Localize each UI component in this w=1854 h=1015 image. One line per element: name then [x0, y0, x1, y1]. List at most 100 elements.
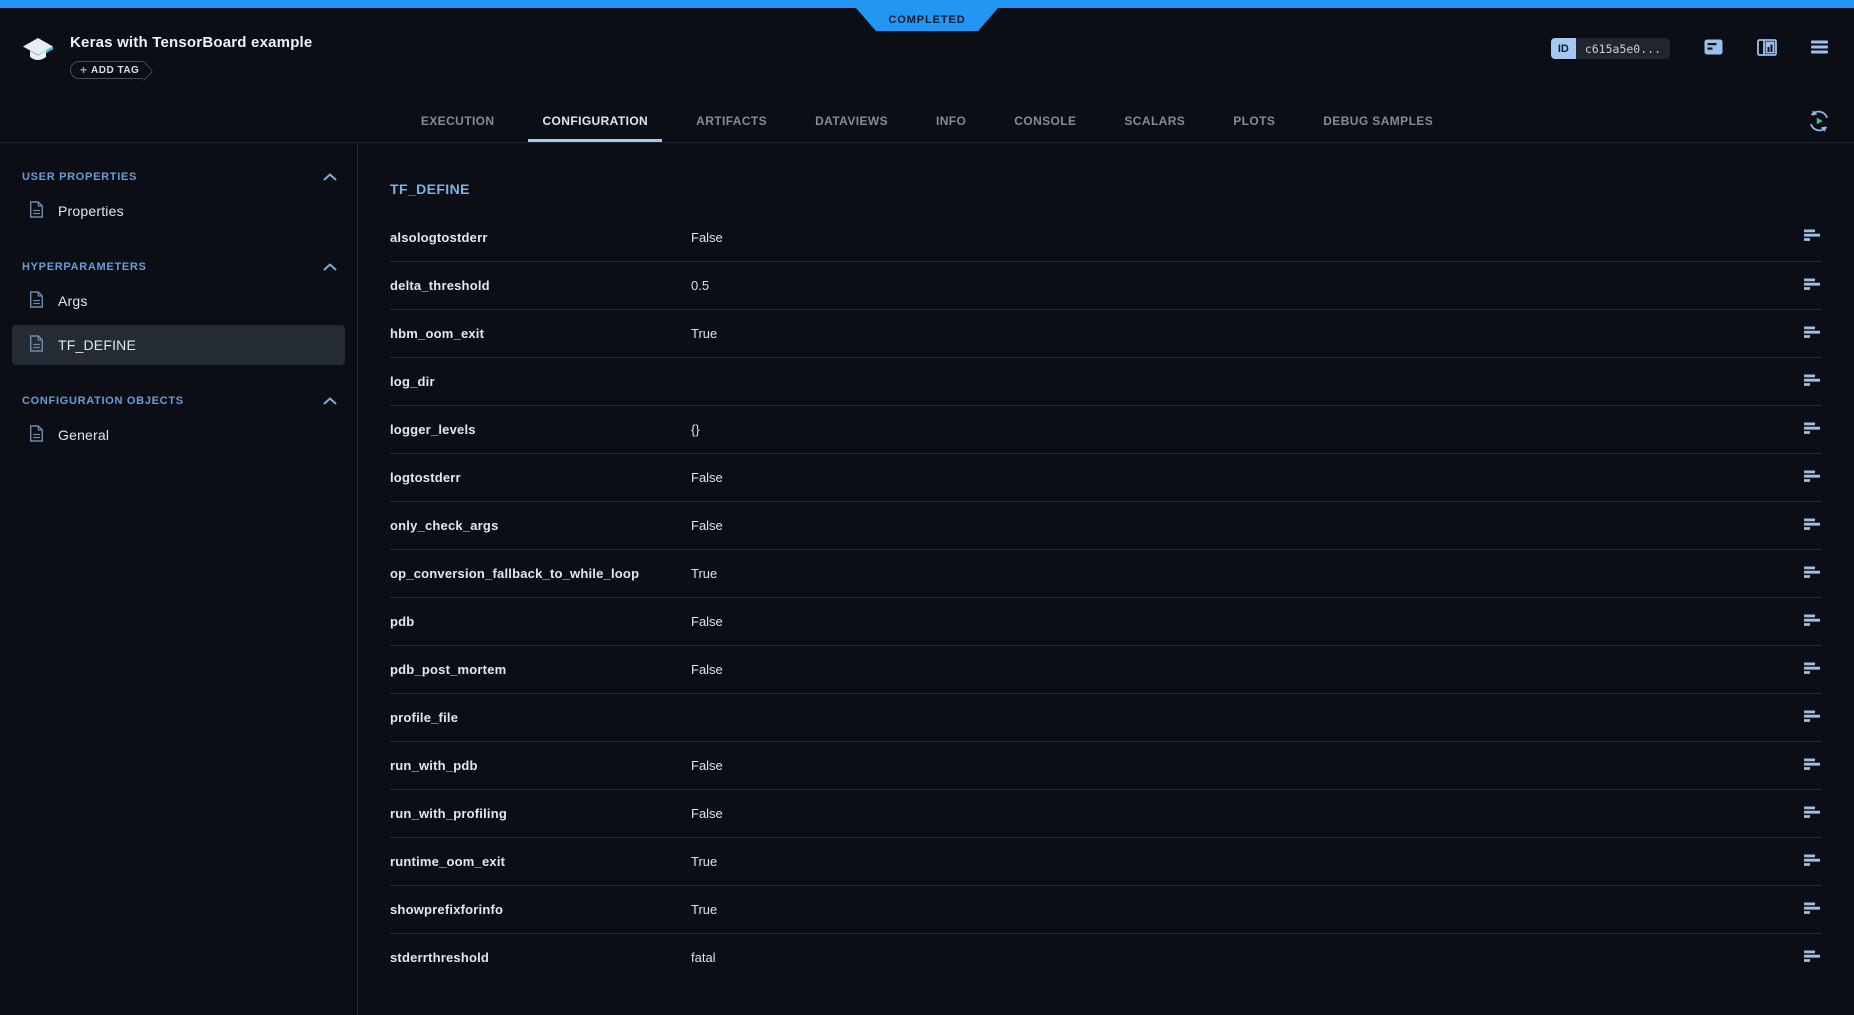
parameter-value: False: [691, 662, 1798, 677]
top-status-bar: [0, 0, 1854, 8]
parameter-row: delta_threshold 0.5: [390, 261, 1822, 309]
tab-label: CONSOLE: [1014, 114, 1076, 128]
parameter-key: pdb: [390, 614, 691, 629]
parameter-key: op_conversion_fallback_to_while_loop: [390, 566, 691, 581]
sidebar-item-args[interactable]: Args: [12, 281, 345, 321]
parameter-row: logger_levels {}: [390, 405, 1822, 453]
add-tag-label: ADD TAG: [91, 65, 139, 76]
parameter-actions-button[interactable]: [1798, 758, 1822, 774]
parameter-value: False: [691, 806, 1798, 821]
tab-dataviews[interactable]: DATAVIEWS: [801, 100, 902, 142]
id-chip-label: ID: [1551, 38, 1576, 59]
parameter-row: only_check_args False: [390, 501, 1822, 549]
sidebar-section-title: USER PROPERTIES: [22, 171, 137, 183]
document-icon: [29, 425, 44, 445]
parameter-key: pdb_post_mortem: [390, 662, 691, 677]
sidebar-item-label: Properties: [58, 203, 124, 219]
parameter-actions-button[interactable]: [1798, 518, 1822, 534]
experiment-logo-icon: [20, 35, 56, 79]
chevron-up-icon[interactable]: [323, 392, 337, 410]
parameter-value: 0.5: [691, 278, 1798, 293]
filter-lines-icon: [1802, 374, 1822, 390]
tab-bar: EXECUTION CONFIGURATION ARTIFACTS DATAVI…: [0, 100, 1854, 143]
notes-icon: [1704, 39, 1723, 58]
parameter-key: alsologtostderr: [390, 230, 691, 245]
filter-lines-icon: [1802, 758, 1822, 774]
parameter-key: log_dir: [390, 374, 691, 389]
tab-scalars[interactable]: SCALARS: [1110, 100, 1199, 142]
parameter-actions-button[interactable]: [1798, 614, 1822, 630]
parameter-actions-button[interactable]: [1798, 470, 1822, 486]
parameter-actions-button[interactable]: [1798, 229, 1822, 245]
parameter-key: runtime_oom_exit: [390, 854, 691, 869]
parameter-actions-button[interactable]: [1798, 902, 1822, 918]
filter-lines-icon: [1802, 518, 1822, 534]
filter-lines-icon: [1802, 326, 1822, 342]
parameter-row: logtostderr False: [390, 453, 1822, 501]
parameter-actions-button[interactable]: [1798, 710, 1822, 726]
parameter-key: hbm_oom_exit: [390, 326, 691, 341]
tab-label: PLOTS: [1233, 114, 1275, 128]
parameter-row: showprefixforinfo True: [390, 885, 1822, 933]
sidebar-section-header[interactable]: USER PROPERTIES: [0, 167, 357, 187]
parameter-row: profile_file: [390, 693, 1822, 741]
filter-lines-icon: [1802, 950, 1822, 966]
plus-icon: +: [80, 63, 87, 77]
tab-plots[interactable]: PLOTS: [1219, 100, 1289, 142]
parameter-actions-button[interactable]: [1798, 806, 1822, 822]
sidebar-section-header[interactable]: CONFIGURATION OBJECTS: [0, 391, 357, 411]
parameter-key: run_with_profiling: [390, 806, 691, 821]
notes-button[interactable]: [1704, 39, 1723, 58]
tab-artifacts[interactable]: ARTIFACTS: [682, 100, 781, 142]
sidebar-item-properties[interactable]: Properties: [12, 191, 345, 231]
info-panel-icon: [1757, 39, 1777, 59]
parameter-actions-button[interactable]: [1798, 422, 1822, 438]
parameter-actions-button[interactable]: [1798, 278, 1822, 294]
sidebar-section-title: HYPERPARAMETERS: [22, 261, 147, 273]
chevron-up-icon[interactable]: [323, 258, 337, 276]
parameter-actions-button[interactable]: [1798, 950, 1822, 966]
auto-refresh-button[interactable]: [1806, 108, 1832, 137]
filter-lines-icon: [1802, 614, 1822, 630]
tab-debug-samples[interactable]: DEBUG SAMPLES: [1309, 100, 1447, 142]
sidebar-section-header[interactable]: HYPERPARAMETERS: [0, 257, 357, 277]
configuration-panel: TF_DEFINE alsologtostderr False delta_th…: [358, 143, 1854, 1015]
parameter-row: pdb False: [390, 597, 1822, 645]
auto-refresh-icon: [1806, 122, 1832, 137]
tab-configuration[interactable]: CONFIGURATION: [528, 100, 662, 142]
filter-lines-icon: [1802, 566, 1822, 582]
document-icon: [29, 291, 44, 311]
parameter-actions-button[interactable]: [1798, 854, 1822, 870]
filter-lines-icon: [1802, 710, 1822, 726]
tab-label: SCALARS: [1124, 114, 1185, 128]
tab-console[interactable]: CONSOLE: [1000, 100, 1090, 142]
sidebar-item-tf-define[interactable]: TF_DEFINE: [12, 325, 345, 365]
sidebar-section: USER PROPERTIES Properties: [0, 167, 357, 231]
menu-button[interactable]: [1811, 40, 1828, 57]
parameter-actions-button[interactable]: [1798, 566, 1822, 582]
tab-execution[interactable]: EXECUTION: [407, 100, 509, 142]
parameter-key: only_check_args: [390, 518, 691, 533]
tab-info[interactable]: INFO: [922, 100, 980, 142]
experiment-id-chip[interactable]: ID c615a5e0...: [1551, 38, 1670, 59]
tab-label: INFO: [936, 114, 966, 128]
filter-lines-icon: [1802, 229, 1822, 245]
parameter-row: run_with_profiling False: [390, 789, 1822, 837]
parameter-row: run_with_pdb False: [390, 741, 1822, 789]
parameter-row: hbm_oom_exit True: [390, 309, 1822, 357]
tab-label: CONFIGURATION: [542, 114, 648, 128]
sidebar-item-general[interactable]: General: [12, 415, 345, 455]
sidebar-item-label: TF_DEFINE: [58, 337, 136, 353]
add-tag-button[interactable]: + ADD TAG: [70, 61, 143, 79]
parameter-value: True: [691, 326, 1798, 341]
parameter-actions-button[interactable]: [1798, 374, 1822, 390]
chevron-up-icon[interactable]: [323, 168, 337, 186]
document-icon: [29, 201, 44, 221]
parameter-actions-button[interactable]: [1798, 326, 1822, 342]
parameter-row: alsologtostderr False: [390, 213, 1822, 261]
parameter-row: runtime_oom_exit True: [390, 837, 1822, 885]
tab-label: DATAVIEWS: [815, 114, 888, 128]
info-panel-toggle-button[interactable]: [1757, 39, 1777, 59]
parameter-actions-button[interactable]: [1798, 662, 1822, 678]
parameter-key: profile_file: [390, 710, 691, 725]
